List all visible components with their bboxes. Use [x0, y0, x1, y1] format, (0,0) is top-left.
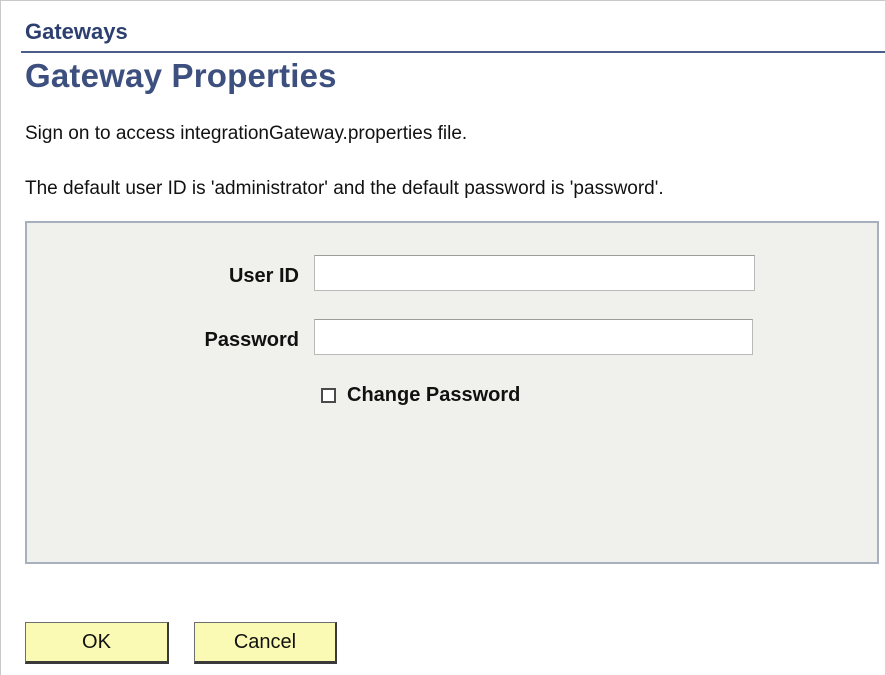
default-credentials-note: The default user ID is 'administrator' a… [25, 178, 664, 199]
signon-panel: User ID Password Change Password [25, 221, 879, 564]
breadcrumb-gateways: Gateways [25, 19, 128, 44]
change-password-label[interactable]: Change Password [347, 384, 520, 407]
user-id-input[interactable] [314, 255, 755, 291]
signon-instructions: Sign on to access integrationGateway.pro… [25, 123, 468, 144]
page-title: Gateway Properties [25, 57, 337, 94]
password-input[interactable] [314, 319, 753, 355]
gateway-properties-page: Gateways Gateway Properties Sign on to a… [0, 0, 885, 675]
cancel-button[interactable]: Cancel [194, 622, 337, 664]
user-id-label: User ID [228, 265, 299, 287]
header-divider [21, 51, 885, 53]
change-password-option[interactable]: Change Password [321, 383, 520, 407]
ok-button[interactable]: OK [25, 622, 169, 664]
change-password-checkbox[interactable] [321, 387, 336, 403]
password-label: Password [204, 329, 299, 351]
